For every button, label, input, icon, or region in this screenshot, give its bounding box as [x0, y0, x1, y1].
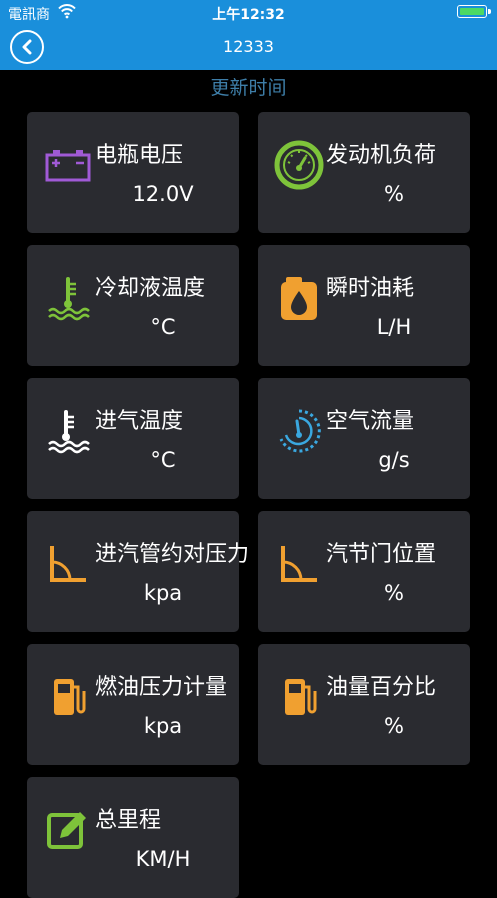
intake-thermometer-icon — [43, 406, 93, 456]
card-intake-temp[interactable]: 进气温度 °C — [27, 378, 239, 499]
battery-icon — [43, 140, 93, 190]
status-bar: 電訊商 上午12:32 — [0, 0, 497, 24]
card-coolant-temp[interactable]: 冷却液温度 °C — [27, 245, 239, 366]
status-time: 上午12:32 — [212, 7, 285, 23]
card-instant-fuel[interactable]: 瞬时油耗 L/H — [258, 245, 470, 366]
card-value: g/s — [378, 448, 410, 472]
card-total-mileage[interactable]: 总里程 KM/H — [27, 777, 239, 898]
card-throttle-position[interactable]: 汽节门位置 % — [258, 511, 470, 632]
card-label: 油量百分比 — [326, 675, 437, 700]
card-value: °C — [150, 448, 176, 472]
card-label: 电瓶电压 — [95, 143, 184, 168]
card-fuel-pressure[interactable]: 燃油压力计量 kpa — [27, 644, 239, 765]
card-label: 总里程 — [95, 808, 162, 833]
card-value: % — [384, 182, 404, 206]
coolant-thermometer-icon — [43, 273, 93, 323]
fuel-can-icon — [274, 273, 324, 323]
card-value: L/H — [376, 315, 412, 339]
card-label: 发动机负荷 — [326, 143, 437, 168]
battery-status-icon — [457, 5, 491, 18]
pressure-angle-icon — [43, 539, 93, 589]
card-label: 空气流量 — [326, 409, 415, 434]
fuel-pump-icon — [43, 672, 93, 722]
speedometer-icon — [274, 140, 324, 190]
card-label: 瞬时油耗 — [326, 276, 415, 301]
air-flow-gauge-icon — [274, 406, 324, 456]
card-battery-voltage[interactable]: 电瓶电压 12.0V — [27, 112, 239, 233]
page-title: 12333 — [223, 37, 274, 56]
card-label: 进气温度 — [95, 409, 184, 434]
card-label: 进汽管约对压力 — [95, 542, 250, 567]
throttle-angle-icon — [274, 539, 324, 589]
card-label: 燃油压力计量 — [95, 675, 228, 700]
fuel-pump-icon — [274, 672, 324, 722]
card-air-flow[interactable]: 空气流量 g/s — [258, 378, 470, 499]
card-value: KM/H — [135, 847, 191, 871]
update-time-label: 更新时间 — [210, 77, 287, 99]
card-value: kpa — [143, 714, 183, 738]
card-value: kpa — [143, 581, 183, 605]
card-value: 12.0V — [132, 182, 194, 206]
card-value: % — [384, 714, 404, 738]
card-engine-load[interactable]: 发动机负荷 % — [258, 112, 470, 233]
card-fuel-level[interactable]: 油量百分比 % — [258, 644, 470, 765]
edit-note-icon — [43, 805, 93, 855]
card-label: 汽节门位置 — [326, 542, 437, 567]
card-label: 冷却液温度 — [95, 276, 206, 301]
card-value: % — [384, 581, 404, 605]
nav-bar: 12333 — [0, 24, 497, 70]
card-value: °C — [150, 315, 176, 339]
card-intake-pressure[interactable]: 进汽管约对压力 kpa — [27, 511, 249, 632]
